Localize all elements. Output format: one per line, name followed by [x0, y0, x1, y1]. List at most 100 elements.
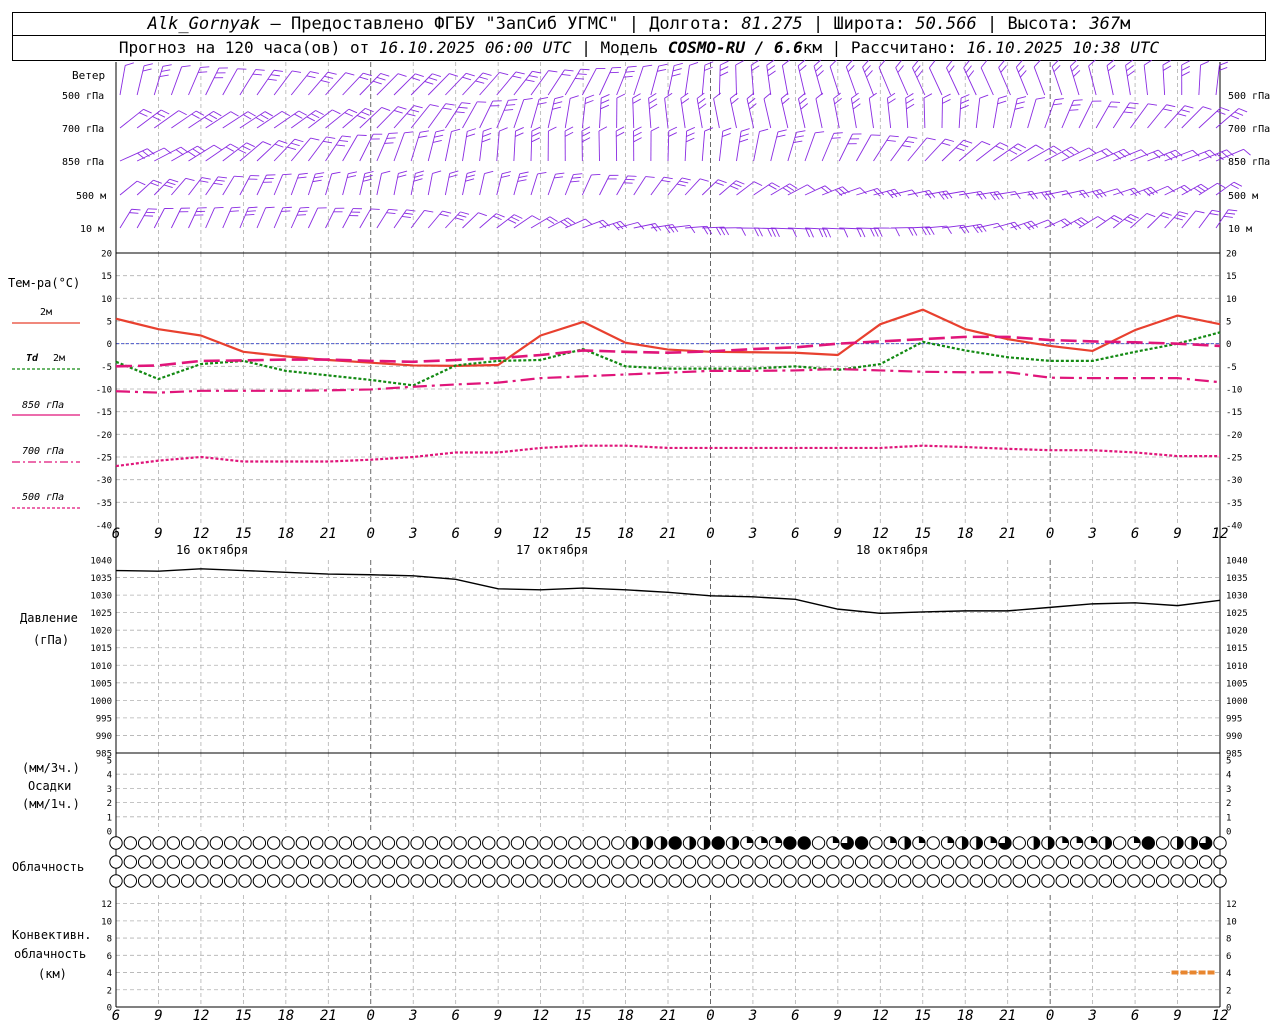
wind-barb-feather — [152, 116, 161, 121]
wind-barb-feather — [1014, 191, 1021, 200]
wind-barb-feather — [926, 137, 936, 141]
wind-barb-feather — [508, 99, 518, 101]
wind-barb-feather — [800, 103, 809, 110]
cloud-circle-middle — [310, 855, 324, 869]
wind-barb-feather — [901, 145, 911, 148]
wind-level-10m: 10 м — [80, 224, 104, 235]
wind-barb-feather — [201, 177, 211, 180]
wind-barb-staff — [684, 65, 690, 96]
x-tick-label: 3 — [408, 526, 417, 542]
cloud-circle-middle — [1127, 855, 1141, 869]
wind-barb-staff — [427, 173, 433, 196]
wind-barb-feather — [782, 97, 790, 105]
wind-barb-feather — [229, 210, 239, 212]
wind-barb-feather — [980, 191, 987, 199]
legend-td-suffix: 2м — [53, 353, 65, 364]
wind-barb-feather — [243, 114, 252, 120]
x-tick-label: 12 — [1212, 526, 1229, 542]
wind-barb-staff — [975, 142, 1001, 162]
cloud-circle-upper — [510, 836, 525, 850]
x-tick-label: 21 — [660, 1008, 677, 1024]
cloud-circle-lower — [611, 874, 625, 888]
wind-barb-feather — [889, 135, 899, 138]
wind-barb-feather — [979, 94, 989, 99]
wind-barb-staff — [239, 69, 257, 96]
wind-barb-feather — [311, 113, 320, 119]
wind-barb-feather — [462, 76, 472, 81]
wind-barb-staff — [427, 103, 447, 129]
x-tick-label: 3 — [1087, 526, 1096, 542]
wind-barb-feather — [807, 184, 815, 191]
wind-barb-feather — [573, 173, 583, 175]
conv-tick-label-right: 8 — [1226, 935, 1231, 945]
wind-barb-feather — [1071, 146, 1079, 153]
temp-tick-label-right: 20 — [1226, 250, 1237, 260]
x-tick-label: 12 — [872, 526, 889, 542]
wind-barb-feather — [326, 136, 336, 139]
wind-barb-staff — [735, 64, 737, 96]
wind-barb-feather — [1130, 213, 1139, 219]
wind-barb-feather — [1124, 218, 1133, 224]
wind-barb-feather — [1017, 143, 1027, 149]
wind-barb-feather — [1162, 108, 1172, 112]
meteogram-svg: 20 2015 1510 105 50 0-5 -5-10 -10-15 -15-20 -20-2… — [8, 59, 1270, 1024]
wind-barb-staff — [1130, 149, 1159, 162]
wind-level-850hpa-right: 850 гПа — [1228, 157, 1270, 168]
cloud-title: Облачность — [12, 860, 84, 874]
cloud-circle-lower — [453, 874, 467, 888]
wind-barb-feather — [166, 181, 176, 186]
wind-barb-feather — [1008, 149, 1018, 155]
wind-barb-staff — [188, 67, 201, 96]
wind-barb-feather — [246, 210, 256, 212]
wind-barb-feather — [980, 60, 988, 68]
wind-barb-feather — [792, 228, 797, 238]
cloud-circle-upper — [209, 836, 224, 850]
wind-barb-feather — [432, 139, 442, 143]
cloud-circle-upper — [568, 836, 582, 850]
wind-barb-staff — [530, 99, 540, 129]
cloud-circle-upper — [453, 836, 467, 850]
wind-barb-staff — [479, 72, 500, 96]
cloud-circle-middle — [238, 855, 252, 869]
wind-barb-feather — [1126, 106, 1136, 109]
wind-barb-staff — [359, 73, 381, 96]
wind-barb-staff — [530, 70, 549, 96]
cloud-circle-lower — [1012, 874, 1026, 888]
wind-barb-staff — [701, 131, 706, 162]
cloud-circle-middle — [439, 855, 453, 869]
wind-barb-feather — [131, 208, 141, 211]
wind-barb-feather — [704, 127, 714, 132]
conv-tick-label-right: 4 — [1226, 969, 1231, 979]
precip-tick-label-left: 1 — [107, 813, 112, 823]
wind-barb-feather — [1073, 70, 1081, 77]
cloud-circle-lower — [826, 874, 840, 888]
wind-barb-feather — [735, 60, 744, 66]
wind-barb-feather — [777, 129, 787, 133]
cloud-circle-upper — [1112, 836, 1127, 850]
wind-barb-feather — [815, 64, 823, 72]
cloud-circle-middle — [797, 855, 811, 869]
wind-barb-staff — [462, 72, 484, 96]
cloud-circle-lower — [955, 874, 969, 888]
cloud-circle-lower — [424, 874, 439, 888]
wind-barb-staff — [980, 67, 994, 96]
wind-barb-feather — [1015, 101, 1025, 105]
wind-barb-staff — [444, 173, 451, 196]
wind-barb-feather — [767, 228, 772, 237]
x-tick-label: 0 — [367, 526, 375, 542]
x-tick-label: 3 — [1087, 1008, 1096, 1024]
wind-barb-feather — [813, 59, 822, 67]
wind-barb-feather — [768, 184, 777, 190]
wind-barb-feather — [668, 132, 677, 137]
temp-tick-label-left: -40 — [96, 522, 112, 532]
wind-barb-staff — [359, 208, 372, 229]
wind-barb-staff — [393, 132, 405, 162]
wind-barb-staff — [119, 180, 138, 196]
cloud-fill-half — [1191, 836, 1198, 850]
temp-tick-label-left: -30 — [96, 476, 112, 486]
wind-barb-feather — [1107, 64, 1116, 72]
wind-barb-feather — [198, 71, 208, 73]
precip-tick-label-right: 0 — [1226, 828, 1231, 838]
wind-barb-feather — [294, 138, 304, 143]
wind-barb-feather — [942, 191, 949, 200]
